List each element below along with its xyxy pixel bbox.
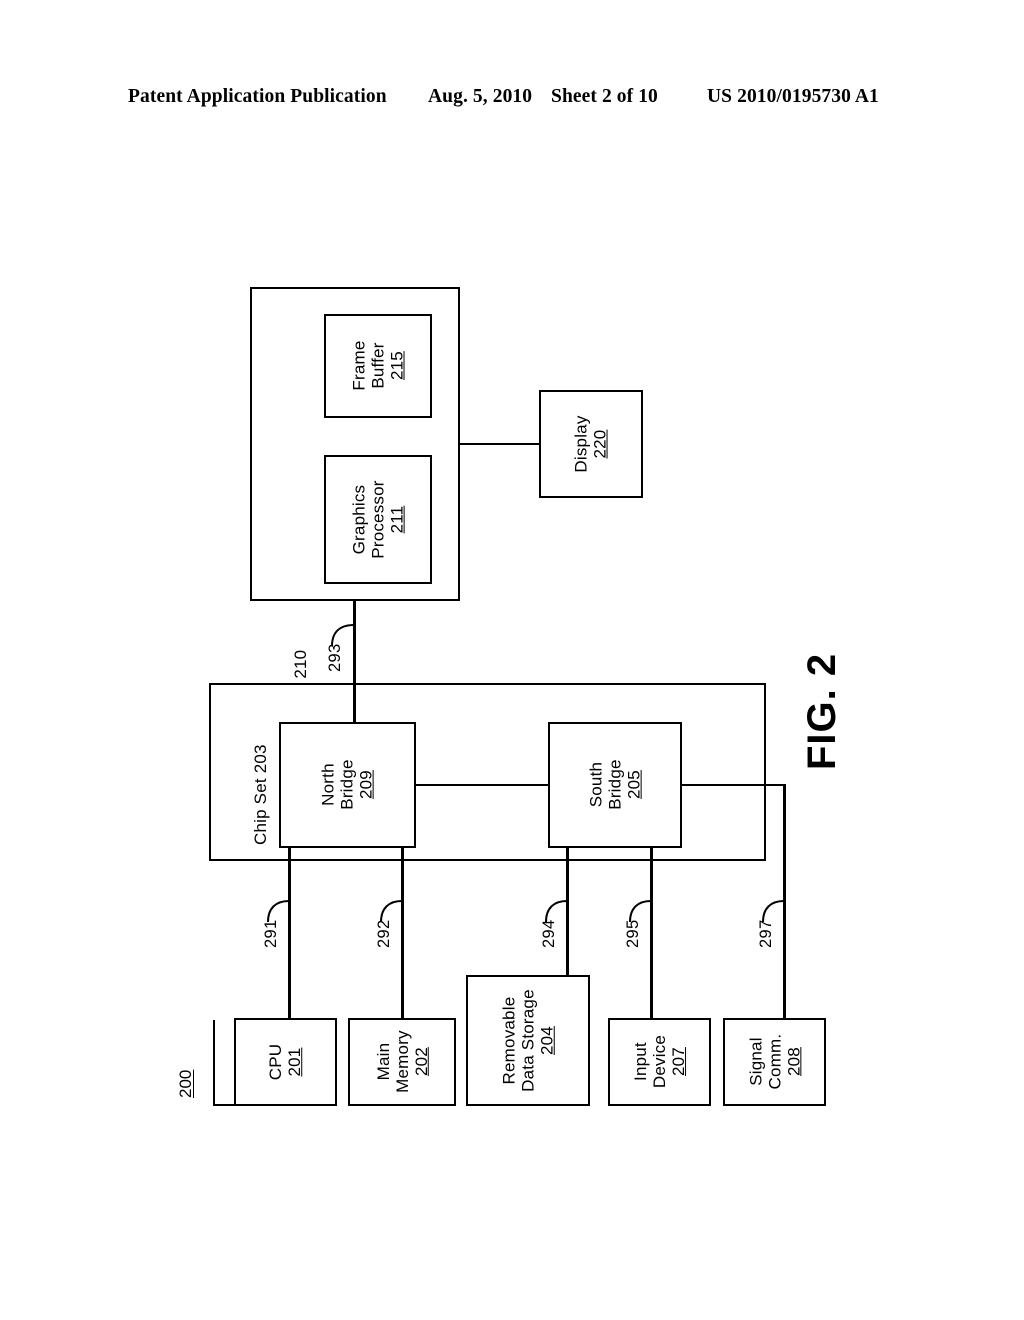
system-ref-bracket-vertical xyxy=(213,1020,215,1106)
refnum-294: 294 xyxy=(540,919,558,948)
signal-comm-label-line1: Signal xyxy=(745,1037,765,1087)
signal-comm-block: Signal Comm. 208 xyxy=(723,1018,826,1106)
main-memory-ref: 202 xyxy=(411,1047,431,1077)
south-bridge-label-wrap: South Bridge 205 xyxy=(550,724,680,846)
cpu-ref: 201 xyxy=(285,1047,305,1077)
figure-2-block-diagram: Graphics Subsystem 210 Graphics Processo… xyxy=(0,0,1024,1320)
frame-buffer-block: Frame Buffer 215 xyxy=(324,314,432,418)
south-bridge-label-line1: South xyxy=(586,762,606,808)
south-bridge-label-line2: Bridge xyxy=(605,759,625,811)
removable-data-storage-ref: 204 xyxy=(537,1026,557,1055)
north-bridge-ref: 209 xyxy=(357,770,377,800)
input-device-label-line2: Device xyxy=(649,1035,669,1089)
graphics-processor-label-line1: Graphics xyxy=(349,484,369,555)
graphics-processor-block: Graphics Processor 211 xyxy=(324,455,432,584)
connector-295-line xyxy=(650,846,653,1020)
main-memory-label-wrap: Main Memory 202 xyxy=(350,1020,454,1104)
main-memory-block: Main Memory 202 xyxy=(348,1018,456,1106)
connector-293-line xyxy=(353,599,356,723)
signal-comm-label-line2: Comm. xyxy=(764,1034,784,1090)
connector-north-to-south-bridge xyxy=(414,784,550,786)
display-block: Display 220 xyxy=(539,390,643,498)
main-memory-label-line1: Main xyxy=(373,1043,393,1081)
frame-buffer-label-wrap: Frame Buffer 215 xyxy=(326,316,430,416)
connector-291-line xyxy=(288,846,291,1020)
refnum-295: 295 xyxy=(624,919,642,948)
connector-297-horizontal xyxy=(680,784,785,786)
removable-data-storage-label-line2: Data Storage xyxy=(518,989,538,1092)
frame-buffer-label-line1: Frame xyxy=(349,340,369,392)
north-bridge-label-line1: North xyxy=(318,763,338,807)
north-bridge-block: North Bridge 209 xyxy=(279,722,416,848)
input-device-label-line1: Input xyxy=(630,1042,650,1082)
signal-comm-label-wrap: Signal Comm. 208 xyxy=(725,1020,824,1104)
south-bridge-ref: 205 xyxy=(624,770,644,800)
system-ref-bracket-horizontal xyxy=(213,1104,234,1106)
removable-data-storage-block: Removable Data Storage 204 xyxy=(466,975,590,1106)
refnum-292: 292 xyxy=(375,919,393,948)
display-ref: 220 xyxy=(590,429,610,459)
north-bridge-label-line2: Bridge xyxy=(337,759,357,811)
cpu-label-line1: CPU xyxy=(266,1043,286,1081)
chip-set-label: Chip Set 203 xyxy=(251,744,270,845)
graphics-processor-label-line2: Processor xyxy=(368,480,388,559)
graphics-processor-label-wrap: Graphics Processor 211 xyxy=(326,457,430,582)
frame-buffer-label-line2: Buffer xyxy=(368,342,388,390)
south-bridge-block: South Bridge 205 xyxy=(548,722,682,848)
display-label-wrap: Display 220 xyxy=(541,392,641,496)
cpu-block: CPU 201 xyxy=(234,1018,337,1106)
display-label-line1: Display xyxy=(571,415,591,473)
cpu-label-wrap: CPU 201 xyxy=(236,1020,335,1104)
input-device-label-wrap: Input Device 207 xyxy=(610,1020,709,1104)
chip-set-ref: 203 xyxy=(251,744,270,774)
graphics-subsystem-ref: 210 xyxy=(291,649,310,679)
figure-caption: FIG. 2 xyxy=(800,652,844,770)
input-device-block: Input Device 207 xyxy=(608,1018,711,1106)
signal-comm-ref: 208 xyxy=(784,1047,804,1077)
connector-graphics-to-display xyxy=(458,443,541,445)
system-reference-200: 200 xyxy=(176,1069,195,1098)
refnum-297: 297 xyxy=(757,919,775,948)
refnum-293: 293 xyxy=(326,643,344,672)
north-bridge-label-wrap: North Bridge 209 xyxy=(281,724,414,846)
removable-data-storage-label-line1: Removable xyxy=(499,996,519,1085)
frame-buffer-ref: 215 xyxy=(387,351,407,381)
input-device-ref: 207 xyxy=(669,1047,689,1077)
connector-292-line xyxy=(401,846,404,1020)
main-memory-label-line2: Memory xyxy=(392,1030,412,1094)
removable-data-storage-label-wrap: Removable Data Storage 204 xyxy=(468,977,588,1104)
graphics-processor-ref: 211 xyxy=(387,505,407,534)
refnum-291: 291 xyxy=(262,919,280,948)
